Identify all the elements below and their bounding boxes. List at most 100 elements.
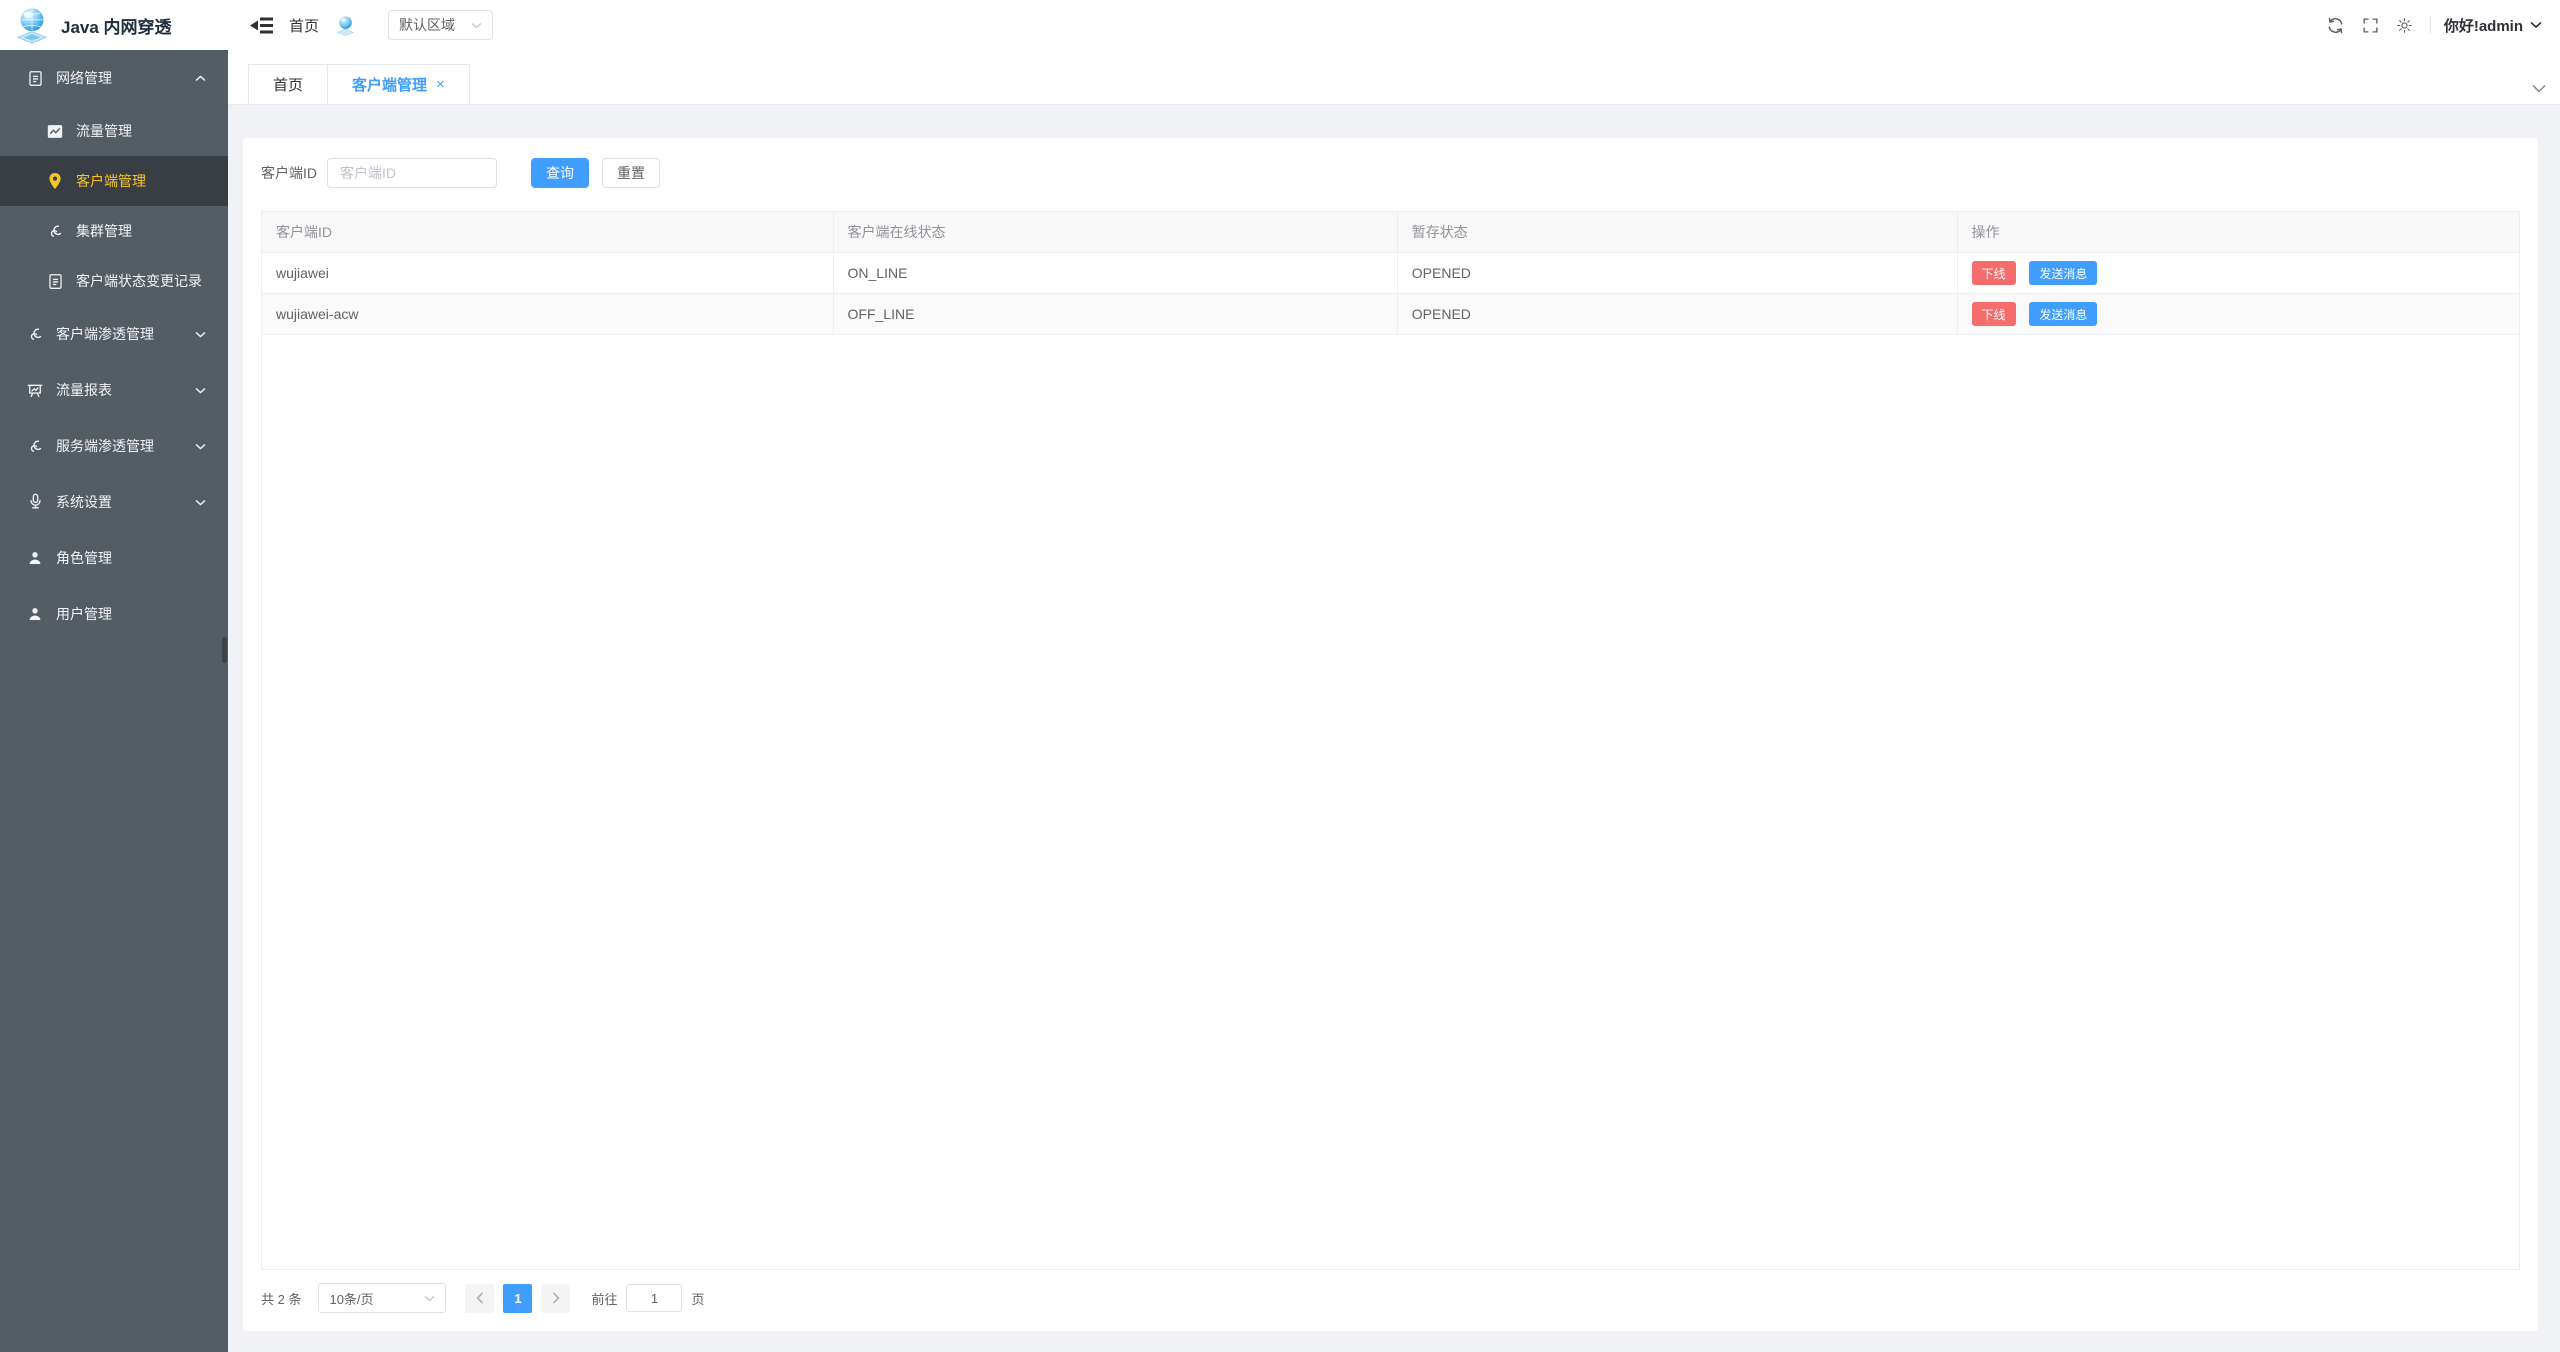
sidebar-menu: 网络管理 流量管理 客户端管理 集群管理 xyxy=(0,50,228,642)
tab-label: 首页 xyxy=(273,74,303,95)
link-icon xyxy=(46,222,64,240)
column-header-actions: 操作 xyxy=(1957,212,2519,253)
table-row: wujiawei-acw OFF_LINE OPENED 下线 发送消息 xyxy=(262,294,2519,335)
cell-actions: 下线 发送消息 xyxy=(1957,294,2519,335)
sidebar-item-client-status-records[interactable]: 客户端状态变更记录 xyxy=(0,256,228,306)
fullscreen-icon[interactable] xyxy=(2362,17,2379,34)
client-table: 客户端ID 客户端在线状态 暂存状态 操作 wujiawei ON_LINE O… xyxy=(261,211,2520,1270)
cell-stash-status: OPENED xyxy=(1397,253,1957,294)
sidebar-item-traffic-management[interactable]: 流量管理 xyxy=(0,106,228,156)
sidebar-item-cluster-management[interactable]: 集群管理 xyxy=(0,206,228,256)
close-icon[interactable]: × xyxy=(436,77,445,92)
column-header-client-id: 客户端ID xyxy=(262,212,833,253)
navbar-divider xyxy=(2430,16,2431,34)
prev-page-button[interactable] xyxy=(465,1284,494,1313)
sidebar-item-role-management[interactable]: 角色管理 xyxy=(0,530,228,586)
content-area: 客户端ID 查询 重置 客户端ID 客户端在线状态 暂存状态 操作 xyxy=(228,105,2560,1352)
top-navbar: 首页 默认区域 你好!admin xyxy=(228,0,2560,50)
sidebar-item-label: 客户端渗透管理 xyxy=(56,324,154,344)
link-icon xyxy=(26,325,44,343)
tab-client-management[interactable]: 客户端管理 × xyxy=(327,64,470,104)
sidebar-item-traffic-report[interactable]: 流量报表 xyxy=(0,362,228,418)
column-header-online-status: 客户端在线状态 xyxy=(833,212,1397,253)
chevron-left-icon xyxy=(476,1292,484,1304)
region-select[interactable]: 默认区域 xyxy=(388,10,493,40)
cell-client-id: wujiawei-acw xyxy=(262,294,833,335)
tab-home[interactable]: 首页 xyxy=(248,64,328,104)
user-icon xyxy=(26,605,44,623)
tabbar-dropdown-icon[interactable] xyxy=(2532,84,2546,93)
microphone-icon xyxy=(26,493,44,511)
sidebar-item-client-management[interactable]: 客户端管理 xyxy=(0,156,228,206)
search-form: 客户端ID 查询 重置 xyxy=(261,158,2520,188)
chevron-down-icon xyxy=(195,387,206,394)
sidebar-item-label: 用户管理 xyxy=(56,604,112,624)
link-icon xyxy=(26,437,44,455)
page-size-value: 10条/页 xyxy=(329,1289,373,1308)
user-icon xyxy=(26,549,44,567)
chevron-down-icon xyxy=(2530,21,2542,29)
pagination: 共 2 条 10条/页 1 前往 页 xyxy=(261,1283,2520,1313)
region-select-value: 默认区域 xyxy=(399,15,455,35)
column-header-stash-status: 暂存状态 xyxy=(1397,212,1957,253)
sidebar-item-label: 客户端状态变更记录 xyxy=(76,271,202,291)
sidebar-item-label: 服务端渗透管理 xyxy=(56,436,154,456)
chevron-down-icon xyxy=(195,443,206,450)
sidebar-item-label: 系统设置 xyxy=(56,492,112,512)
chart-icon xyxy=(46,122,64,140)
tabbar: 首页 客户端管理 × xyxy=(228,50,2560,105)
refresh-icon[interactable] xyxy=(2326,16,2345,35)
reset-button[interactable]: 重置 xyxy=(602,158,660,188)
app-title: Java 内网穿透 xyxy=(61,13,172,38)
app-logo-icon xyxy=(13,6,51,44)
sidebar-item-label: 流量管理 xyxy=(76,121,132,141)
cell-online-status: ON_LINE xyxy=(833,253,1397,294)
search-label: 客户端ID xyxy=(261,163,317,183)
app-logo: Java 内网穿透 xyxy=(0,0,228,50)
location-pin-icon xyxy=(46,172,64,190)
table-row: wujiawei ON_LINE OPENED 下线 发送消息 xyxy=(262,253,2519,294)
sidebar-item-label: 集群管理 xyxy=(76,221,132,241)
document-icon xyxy=(46,272,64,290)
send-message-button[interactable]: 发送消息 xyxy=(2029,261,2097,285)
chevron-down-icon xyxy=(195,499,206,506)
chevron-down-icon xyxy=(195,331,206,338)
data-board-icon xyxy=(26,381,44,399)
chevron-up-icon xyxy=(195,75,206,82)
cell-stash-status: OPENED xyxy=(1397,294,1957,335)
sidebar-item-client-penetration[interactable]: 客户端渗透管理 xyxy=(0,306,228,362)
settings-gear-icon[interactable] xyxy=(2396,17,2413,34)
client-id-input[interactable] xyxy=(327,158,497,188)
sidebar-item-label: 网络管理 xyxy=(56,68,112,88)
pagination-total: 共 2 条 xyxy=(261,1289,301,1308)
offline-button[interactable]: 下线 xyxy=(1972,302,2016,326)
next-page-button[interactable] xyxy=(541,1284,570,1313)
sidebar-item-network-management[interactable]: 网络管理 xyxy=(0,50,228,106)
chevron-right-icon xyxy=(552,1292,560,1304)
user-menu[interactable]: 你好!admin xyxy=(2444,15,2542,36)
breadcrumb[interactable]: 首页 xyxy=(289,15,319,36)
table-header-row: 客户端ID 客户端在线状态 暂存状态 操作 xyxy=(262,212,2519,253)
offline-button[interactable]: 下线 xyxy=(1972,261,2016,285)
sidebar-item-user-management[interactable]: 用户管理 xyxy=(0,586,228,642)
sidebar-scrollbar-thumb[interactable] xyxy=(222,637,227,663)
sidebar-item-label: 流量报表 xyxy=(56,380,112,400)
sidebar-item-server-penetration[interactable]: 服务端渗透管理 xyxy=(0,418,228,474)
chevron-down-icon xyxy=(471,22,482,29)
region-logo-icon xyxy=(335,15,356,36)
sidebar-item-system-settings[interactable]: 系统设置 xyxy=(0,474,228,530)
page-number-button[interactable]: 1 xyxy=(503,1284,532,1313)
tab-label: 客户端管理 xyxy=(352,74,427,95)
cell-online-status: OFF_LINE xyxy=(833,294,1397,335)
goto-page-input[interactable] xyxy=(626,1284,682,1312)
sidebar-item-label: 角色管理 xyxy=(56,548,112,568)
sidebar-fold-icon[interactable] xyxy=(250,16,273,35)
send-message-button[interactable]: 发送消息 xyxy=(2029,302,2097,326)
cell-client-id: wujiawei xyxy=(262,253,833,294)
page-size-select[interactable]: 10条/页 xyxy=(318,1283,446,1313)
document-icon xyxy=(26,69,44,87)
query-button[interactable]: 查询 xyxy=(531,158,589,188)
chevron-down-icon xyxy=(424,1295,435,1302)
client-management-card: 客户端ID 查询 重置 客户端ID 客户端在线状态 暂存状态 操作 xyxy=(243,138,2538,1331)
sidebar: Java 内网穿透 网络管理 流量管理 客户端管理 xyxy=(0,0,228,1352)
